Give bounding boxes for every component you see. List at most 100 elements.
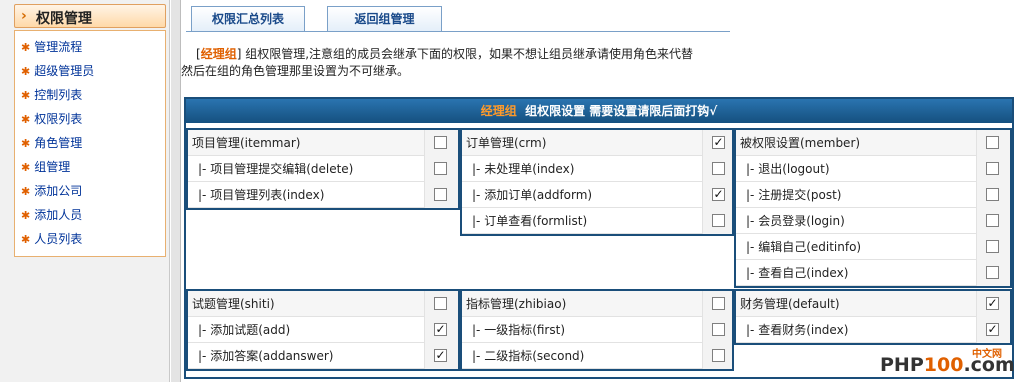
permission-row: |- 退出(logout) <box>736 156 1010 182</box>
panel-group-name: 经理组 <box>480 104 517 118</box>
menu-item-permission-list[interactable]: ✱ 权限列表 <box>21 109 82 129</box>
menu-title: 权限管理 <box>36 11 92 27</box>
asterisk-icon: ✱ <box>21 41 31 54</box>
permission-checkbox[interactable] <box>712 297 725 310</box>
permission-row: |- 编辑自己(editinfo) <box>736 234 1010 260</box>
permission-row: |- 添加试题(add) ✓ <box>188 317 458 343</box>
permission-checkbox[interactable] <box>986 162 999 175</box>
module-label: 试题管理(shiti) <box>192 297 275 311</box>
permission-row: |- 查看财务(index) ✓ <box>736 317 1010 343</box>
asterisk-icon: ✱ <box>21 185 31 198</box>
asterisk-icon: ✱ <box>21 65 31 78</box>
permission-checkbox[interactable] <box>712 162 725 175</box>
permission-row: |- 添加答案(addanswer) ✓ <box>188 343 458 369</box>
menu-item-add-person[interactable]: ✱ 添加人员 <box>21 205 82 225</box>
permission-checkbox[interactable]: ✓ <box>434 323 447 336</box>
module-label: 项目管理(itemmar) <box>192 136 301 150</box>
permission-label: |- 二级指标(second) <box>472 349 585 363</box>
left-sidebar: › 权限管理 ✱ 管理流程 ✱ 超级管理员 ✱ 控制列表 ✱ 权限列表 ✱ 角色管理 ✱ 组… <box>0 0 170 382</box>
frame-splitter[interactable] <box>171 0 181 382</box>
menu-item-control-list[interactable]: ✱ 控制列表 <box>21 85 82 105</box>
permission-row: |- 查看自己(index) <box>736 260 1010 286</box>
permission-checkbox[interactable] <box>986 136 999 149</box>
permission-checkbox[interactable] <box>986 214 999 227</box>
asterisk-icon: ✱ <box>21 233 31 246</box>
module-title-row: 指标管理(zhibiao) <box>462 291 732 317</box>
module-itemmar: 项目管理(itemmar) |- 项目管理提交编辑(delete) |- 项目管理列… <box>186 128 460 210</box>
permission-label: |- 添加试题(add) <box>198 323 291 337</box>
module-title-row: 财务管理(default) ✓ <box>736 291 1010 317</box>
permission-row: |- 会员登录(login) <box>736 208 1010 234</box>
permission-row: |- 项目管理列表(index) <box>188 182 458 208</box>
asterisk-icon: ✱ <box>21 113 31 126</box>
tab-permission-summary[interactable]: 权限汇总列表 <box>191 6 305 32</box>
logo-part-100: 100 <box>923 354 964 376</box>
permission-row: |- 项目管理提交编辑(delete) <box>188 156 458 182</box>
permission-checkbox[interactable] <box>712 349 725 362</box>
permission-checkbox[interactable] <box>434 188 447 201</box>
permission-checkbox[interactable] <box>986 240 999 253</box>
permission-row: |- 未处理单(index) <box>462 156 732 182</box>
tab-divider <box>186 31 730 32</box>
module-label: 指标管理(zhibiao) <box>466 297 567 311</box>
module-label: 财务管理(default) <box>740 297 840 311</box>
permission-checkbox[interactable] <box>434 162 447 175</box>
permission-checkbox[interactable]: ✓ <box>712 188 725 201</box>
menu-item-person-list[interactable]: ✱ 人员列表 <box>21 229 82 249</box>
tab-back-group-manage[interactable]: 返回组管理 <box>327 6 442 32</box>
permission-label: |- 添加订单(addform) <box>472 188 593 202</box>
asterisk-icon: ✱ <box>21 161 31 174</box>
permission-label: |- 退出(logout) <box>746 162 830 176</box>
permission-label: |- 编辑自己(editinfo) <box>746 240 862 254</box>
module-label: 被权限设置(member) <box>740 136 861 150</box>
menu-header[interactable]: › 权限管理 <box>14 4 166 28</box>
permission-checkbox[interactable] <box>986 188 999 201</box>
chevron-right-icon: › <box>21 8 27 24</box>
permission-row: |- 一级指标(first) <box>462 317 732 343</box>
permission-label: |- 注册提交(post) <box>746 188 842 202</box>
note-line1: 组权限管理,注意组的成员会继承下面的权限，如果不想让组员继承请使用角色来代替 <box>245 47 694 61</box>
permission-checkbox[interactable]: ✓ <box>434 349 447 362</box>
module-shiti: 试题管理(shiti) |- 添加试题(add) ✓ |- 添加答案(addanswe… <box>186 289 460 371</box>
panel-header-text: 组权限设置 需要设置请限后面打钩√ <box>525 104 718 118</box>
menu-item-role-manage[interactable]: ✱ 角色管理 <box>21 133 82 153</box>
permission-checkbox[interactable]: ✓ <box>986 323 999 336</box>
permission-row: |- 添加订单(addform) ✓ <box>462 182 732 208</box>
module-title-row: 订单管理(crm) ✓ <box>462 130 732 156</box>
module-title-row: 被权限设置(member) <box>736 130 1010 156</box>
permission-checkbox[interactable] <box>434 136 447 149</box>
note-group-name: 经理组 <box>200 47 237 61</box>
module-label: 订单管理(crm) <box>466 136 547 150</box>
permission-label: |- 项目管理提交编辑(delete) <box>198 162 354 176</box>
permission-checkbox[interactable] <box>434 297 447 310</box>
menu-item-add-company[interactable]: ✱ 添加公司 <box>21 181 82 201</box>
permission-row: |- 二级指标(second) <box>462 343 732 369</box>
permission-label: |- 订单查看(formlist) <box>472 214 588 228</box>
permission-checkbox[interactable]: ✓ <box>986 297 999 310</box>
logo-text: PHP100.com <box>880 354 1015 376</box>
permission-checkbox[interactable] <box>986 266 999 279</box>
php100-logo: 中文网 PHP100.com <box>880 349 1015 380</box>
menu-item-flow[interactable]: ✱ 管理流程 <box>21 37 82 57</box>
module-default: 财务管理(default) ✓ |- 查看财务(index) ✓ <box>734 289 1012 345</box>
asterisk-icon: ✱ <box>21 137 31 150</box>
module-title-row: 项目管理(itemmar) <box>188 130 458 156</box>
permission-checkbox[interactable] <box>712 214 725 227</box>
permission-row: |- 注册提交(post) <box>736 182 1010 208</box>
permission-checkbox[interactable] <box>712 323 725 336</box>
permission-checkbox[interactable]: ✓ <box>712 136 725 149</box>
module-crm: 订单管理(crm) ✓ |- 未处理单(index) |- 添加订单(addform)… <box>460 128 734 236</box>
permission-row: |- 订单查看(formlist) <box>462 208 732 234</box>
panel-header: 经理组 组权限设置 需要设置请限后面打钩√ <box>186 99 1012 123</box>
menu-item-superadmin[interactable]: ✱ 超级管理员 <box>21 61 94 81</box>
permission-label: |- 会员登录(login) <box>746 214 845 228</box>
permission-label: |- 项目管理列表(index) <box>198 188 325 202</box>
note-line2: 然后在组的角色管理那里设置为不可继承。 <box>181 64 410 78</box>
permission-label: |- 查看财务(index) <box>746 323 849 337</box>
permission-label: |- 查看自己(index) <box>746 266 849 280</box>
menu-item-group-manage[interactable]: ✱ 组管理 <box>21 157 70 177</box>
logo-part-com: .com <box>963 354 1015 376</box>
asterisk-icon: ✱ <box>21 89 31 102</box>
asterisk-icon: ✱ <box>21 209 31 222</box>
permission-label: |- 一级指标(first) <box>472 323 566 337</box>
